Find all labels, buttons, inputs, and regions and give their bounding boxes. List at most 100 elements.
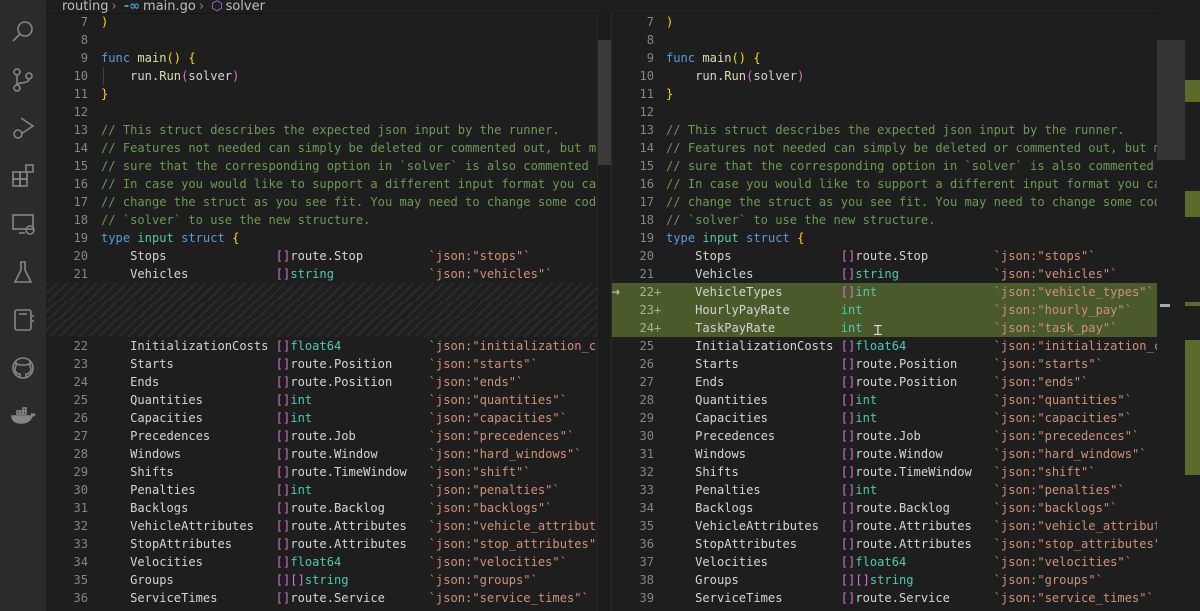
code-line[interactable]: 26 Starts []route.Position `json:"starts… [612, 355, 1172, 373]
diff-original-pane[interactable]: 7) 8 9 func main() {10 run.Run(solver) 11} 12… [46, 13, 597, 611]
line-number: 30 [73, 483, 88, 497]
diff-placeholder-row[interactable] [46, 283, 597, 301]
scrollbar-thumb[interactable] [598, 40, 611, 165]
code-line[interactable]: 21 Vehicles []string `json:"vehicles"` [612, 265, 1172, 283]
code-line[interactable]: 32 VehicleAttributes []route.Attributes … [46, 517, 597, 535]
code-line[interactable]: 32 Shifts []route.TimeWindow `json:"shif… [612, 463, 1172, 481]
code-line[interactable]: 24 Ends []route.Position `json:"ends"` [46, 373, 597, 391]
code-line[interactable]: 18 // `solver` to use the new structure. [612, 211, 1172, 229]
added-line[interactable]: 23 + HourlyPayRate int `json:"hourly_pay"… [612, 301, 1172, 319]
line-number: 34 [639, 501, 654, 515]
token-fd: Quantities [666, 393, 841, 407]
code-line[interactable]: 25 Quantities []int `json:"quantities"` [46, 391, 597, 409]
code-line[interactable]: 12 [46, 103, 597, 121]
code-line[interactable]: 31 Backlogs []route.Backlog `json:"backl… [46, 499, 597, 517]
code-line[interactable]: 8 [46, 31, 597, 49]
diff-placeholder-row[interactable] [46, 301, 597, 319]
code-line[interactable]: 27 Precedences []route.Job `json:"preced… [46, 427, 597, 445]
diff-modified-pane[interactable]: 7) 8 9 func main() {10 run.Run(solver) 11} 12… [611, 13, 1172, 611]
code-line[interactable]: 35 Groups [][]string `json:"groups"` [46, 571, 597, 589]
inline-diff-action-icon[interactable] [1160, 304, 1170, 307]
run-debug-icon[interactable] [9, 114, 37, 142]
code-line[interactable]: 36 StopAttributes []route.Attributes `js… [612, 535, 1172, 553]
breadcrumb-folder[interactable]: routing [62, 0, 108, 13]
token-fd: Stops [666, 249, 841, 263]
code-line[interactable]: 26 Capacities []int `json:"capacities"` [46, 409, 597, 427]
code-line[interactable]: 9 func main() { [612, 49, 1172, 67]
code-line[interactable]: 23 Starts []route.Position `json:"starts… [46, 355, 597, 373]
code-line[interactable]: 21 Vehicles []string `json:"vehicles"` [46, 265, 597, 283]
testing-icon[interactable] [9, 258, 37, 286]
code-line[interactable]: 31 Windows []route.Window `json:"hard_wi… [612, 445, 1172, 463]
token-bk: [] [840, 447, 856, 461]
code-line[interactable]: 13 // This struct describes the expected … [46, 121, 597, 139]
search-icon[interactable] [9, 18, 37, 46]
code-line[interactable]: 10 run.Run(solver) [612, 67, 1172, 85]
code-line[interactable]: 8 [612, 31, 1172, 49]
code-line[interactable]: 19 type input struct { [612, 229, 1172, 247]
code-line[interactable]: 14 // Features not needed can simply be d… [612, 139, 1172, 157]
code-line[interactable]: 15 // sure that the corresponding option … [612, 157, 1172, 175]
code-line[interactable]: 38 Groups [][]string `json:"groups"` [612, 571, 1172, 589]
code-line[interactable]: 16 // In case you would like to support a… [46, 175, 597, 193]
remote-explorer-icon[interactable] [9, 210, 37, 238]
code-line[interactable]: 17 // change the struct as you see fit. Y… [612, 193, 1172, 211]
code-line[interactable]: 30 Penalties []int `json:"penalties"` [46, 481, 597, 499]
token-fn: Run [724, 69, 747, 83]
code-line[interactable]: 20 Stops []route.Stop `json:"stops"` [46, 247, 597, 265]
github-icon[interactable] [9, 354, 37, 382]
code-line[interactable]: 33 Penalties []int `json:"penalties"` [612, 481, 1172, 499]
token-tx: route.Job [290, 429, 429, 443]
line-number: 7 [646, 15, 654, 29]
extensions-icon[interactable] [9, 162, 37, 190]
code-line[interactable]: 18 // `solver` to use the new structure. [46, 211, 597, 229]
scrollbar-thumb[interactable] [1157, 40, 1185, 160]
code-line[interactable]: 14 // Features not needed can simply be d… [46, 139, 597, 157]
code-line[interactable]: 19 type input struct { [46, 229, 597, 247]
code-line[interactable]: 11} [612, 85, 1172, 103]
original-scrollbar[interactable] [597, 13, 611, 611]
code-line[interactable]: 29 Shifts []route.TimeWindow `json:"shif… [46, 463, 597, 481]
code-line[interactable]: 15 // sure that the corresponding option … [46, 157, 597, 175]
code-line[interactable]: 39 ServiceTimes []route.Service `json:"s… [612, 589, 1172, 607]
added-line[interactable]: 22 + → VehicleTypes []int `json:"vehicle_t… [612, 283, 1172, 301]
code-line[interactable]: 17 // change the struct as you see fit. Y… [46, 193, 597, 211]
code-line[interactable]: 28 Windows []route.Window `json:"hard_wi… [46, 445, 597, 463]
source-control-icon[interactable] [9, 66, 37, 94]
code-line[interactable]: 20 Stops []route.Stop `json:"stops"` [612, 247, 1172, 265]
code-line[interactable]: 36 ServiceTimes []route.Service `json:"s… [46, 589, 597, 607]
code-line[interactable]: 28 Quantities []int `json:"quantities"` [612, 391, 1172, 409]
breadcrumb-file[interactable]: main.go [143, 0, 196, 13]
code-line[interactable]: 16 // In case you would like to support a… [612, 175, 1172, 193]
diff-placeholder-row[interactable] [46, 319, 597, 337]
code-line[interactable]: 33 StopAttributes []route.Attributes `js… [46, 535, 597, 553]
code-line[interactable]: 10 run.Run(solver) [46, 67, 597, 85]
code-line[interactable]: 35 VehicleAttributes []route.Attributes … [612, 517, 1172, 535]
code-line[interactable]: 29 Capacities []int `json:"capacities"` [612, 409, 1172, 427]
chevron-right-icon: › [111, 0, 117, 14]
breadcrumb-symbol[interactable]: solver [226, 0, 265, 13]
code-line[interactable]: 34 Velocities []float64 `json:"velocitie… [46, 553, 597, 571]
code-line[interactable]: 7) [612, 13, 1172, 31]
code-line[interactable]: 9 func main() { [46, 49, 597, 67]
code-line[interactable]: 25 InitializationCosts []float64 `json:"… [612, 337, 1172, 355]
code-line[interactable]: 37 Velocities []float64 `json:"velocitie… [612, 553, 1172, 571]
code-line[interactable]: 27 Ends []route.Position `json:"ends"` [612, 373, 1172, 391]
code-line[interactable]: 34 Backlogs []route.Backlog `json:"backl… [612, 499, 1172, 517]
line-number: 12 [73, 105, 88, 119]
token-fd: Velocities [101, 555, 276, 569]
token-fd: Windows [101, 447, 276, 461]
code-line[interactable]: 22 InitializationCosts []float64 `json:"… [46, 337, 597, 355]
code-line[interactable]: 11} [46, 85, 597, 103]
code-line[interactable]: 12 [612, 103, 1172, 121]
code-line[interactable]: 30 Precedences []route.Job `json:"preced… [612, 427, 1172, 445]
overview-added-mark [1185, 191, 1200, 217]
code-line[interactable]: 13 // This struct describes the expected … [612, 121, 1172, 139]
arrow-right-icon[interactable]: → [612, 283, 620, 301]
overview-ruler[interactable] [1157, 13, 1200, 611]
notebook-icon[interactable] [9, 306, 37, 334]
code-text: } [666, 85, 673, 103]
docker-icon[interactable] [9, 402, 37, 430]
added-line[interactable]: 24 + TaskPayRate int `json:"task_pay"` [612, 319, 1172, 337]
code-line[interactable]: 7) [46, 13, 597, 31]
